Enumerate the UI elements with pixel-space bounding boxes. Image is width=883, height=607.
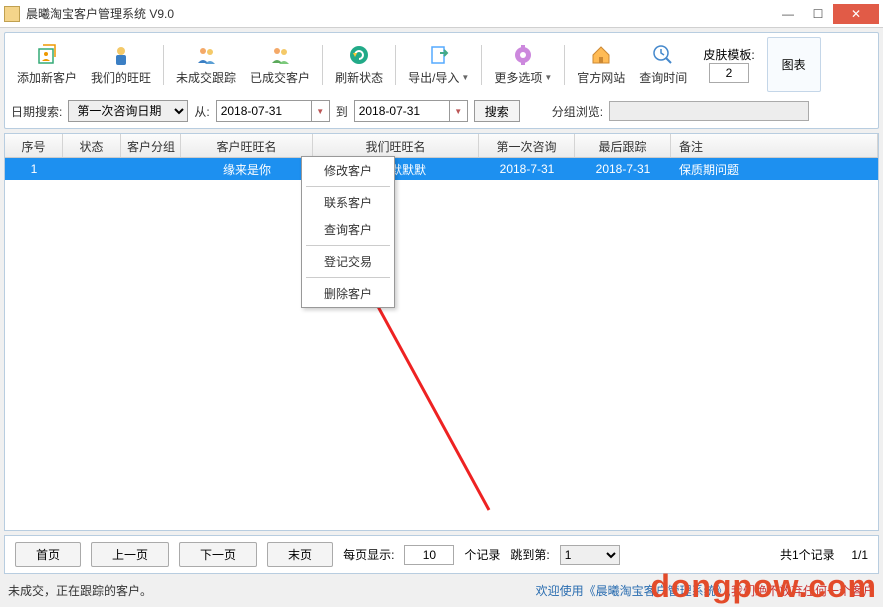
skin-input[interactable] — [709, 63, 749, 83]
cell-last: 2018-7-31 — [575, 160, 671, 178]
more-options-button[interactable]: 更多选项▼ — [488, 41, 558, 88]
clock-search-icon — [651, 43, 675, 67]
col-first[interactable]: 第一次咨询 — [479, 134, 575, 157]
per-page-input[interactable] — [404, 545, 454, 565]
menu-edit-customer[interactable]: 修改客户 — [302, 157, 394, 184]
jump-select[interactable]: 1 — [560, 545, 620, 565]
toolbar: 添加新客户 我们的旺旺 未成交跟踪 已成交客户 刷新状态 导出/导入▼ 更多选项… — [4, 32, 879, 129]
refresh-icon — [347, 43, 371, 67]
data-grid: 序号 状态 客户分组 客户旺旺名 我们旺旺名 第一次咨询 最后跟踪 备注 1 缘… — [4, 133, 879, 531]
context-menu: 修改客户 联系客户 查询客户 登记交易 删除客户 — [301, 156, 395, 308]
maximize-button[interactable]: ☐ — [803, 4, 833, 24]
menu-query-customer[interactable]: 查询客户 — [302, 216, 394, 243]
menu-delete-customer[interactable]: 删除客户 — [302, 280, 394, 307]
cell-status — [63, 167, 121, 171]
add-customer-button[interactable]: 添加新客户 — [11, 41, 83, 88]
first-page-button[interactable]: 首页 — [15, 542, 81, 567]
separator — [163, 45, 164, 85]
chart-button[interactable]: 图表 — [767, 37, 821, 92]
dropdown-icon: ▼ — [461, 73, 469, 82]
cell-wangwang: 缘来是你 — [181, 159, 313, 180]
from-label: 从: — [194, 103, 209, 120]
next-page-button[interactable]: 下一页 — [179, 542, 257, 567]
separator — [564, 45, 565, 85]
col-ourww[interactable]: 我们旺旺名 — [313, 134, 479, 157]
cell-seq: 1 — [5, 160, 63, 178]
group-browse-label: 分组浏览: — [552, 103, 603, 120]
grid-header: 序号 状态 客户分组 客户旺旺名 我们旺旺名 第一次咨询 最后跟踪 备注 — [5, 134, 878, 158]
refresh-label: 刷新状态 — [335, 69, 383, 86]
calendar-icon[interactable]: ▼ — [312, 100, 330, 122]
table-row[interactable]: 1 缘来是你 默默默默默 2018-7-31 2018-7-31 保质期问题 — [5, 158, 878, 180]
app-icon — [4, 6, 20, 22]
refresh-status-button[interactable]: 刷新状态 — [329, 41, 389, 88]
people-check-icon — [268, 43, 292, 67]
search-button[interactable]: 搜索 — [474, 100, 520, 122]
people-icon — [194, 43, 218, 67]
export-import-button[interactable]: 导出/导入▼ — [402, 41, 475, 88]
add-customer-icon — [35, 43, 59, 67]
more-label: 更多选项 — [494, 69, 542, 86]
per-page-label: 每页显示: — [343, 546, 394, 563]
date-search-label: 日期搜索: — [11, 103, 62, 120]
records-label: 个记录 — [464, 546, 500, 563]
query-time-button[interactable]: 查询时间 — [633, 41, 693, 88]
window-title: 晨曦淘宝客户管理系统 V9.0 — [26, 5, 773, 22]
date-type-select[interactable]: 第一次咨询日期 — [68, 100, 188, 122]
col-last[interactable]: 最后跟踪 — [575, 134, 671, 157]
to-date-input[interactable] — [354, 100, 450, 122]
cell-group — [121, 167, 181, 171]
page-indicator: 1/1 — [851, 548, 868, 562]
prev-page-button[interactable]: 上一页 — [91, 542, 169, 567]
our-wangwang-label: 我们的旺旺 — [91, 69, 151, 86]
col-seq[interactable]: 序号 — [5, 134, 63, 157]
group-browse-slider[interactable] — [609, 101, 809, 121]
menu-contact-customer[interactable]: 联系客户 — [302, 189, 394, 216]
export-label: 导出/导入 — [408, 69, 459, 86]
home-icon — [589, 43, 613, 67]
separator — [395, 45, 396, 85]
official-site-button[interactable]: 官方网站 — [571, 41, 631, 88]
close-button[interactable]: ✕ — [833, 4, 879, 24]
add-customer-label: 添加新客户 — [17, 69, 77, 86]
skin-template: 皮肤模板: — [703, 46, 754, 83]
total-records: 共1个记录 — [780, 548, 835, 562]
traded-customer-button[interactable]: 已成交客户 — [244, 41, 316, 88]
menu-register-trade[interactable]: 登记交易 — [302, 248, 394, 275]
skin-label: 皮肤模板: — [703, 46, 754, 63]
from-date-input[interactable] — [216, 100, 312, 122]
query-time-label: 查询时间 — [639, 69, 687, 86]
calendar-icon[interactable]: ▼ — [450, 100, 468, 122]
traded-label: 已成交客户 — [250, 69, 310, 86]
col-remark[interactable]: 备注 — [671, 134, 878, 157]
menu-separator — [306, 245, 390, 246]
dropdown-icon: ▼ — [544, 73, 552, 82]
annotation-arrow-icon — [359, 280, 499, 520]
col-wangwang[interactable]: 客户旺旺名 — [181, 134, 313, 157]
titlebar: 晨曦淘宝客户管理系统 V9.0 — ☐ ✕ — [0, 0, 883, 28]
untraded-followup-button[interactable]: 未成交跟踪 — [170, 41, 242, 88]
last-page-button[interactable]: 末页 — [267, 542, 333, 567]
export-icon — [427, 43, 451, 67]
status-left: 未成交，正在跟踪的客户。 — [8, 582, 152, 599]
to-label: 到 — [336, 103, 348, 120]
gear-icon — [511, 43, 535, 67]
our-wangwang-button[interactable]: 我们的旺旺 — [85, 41, 157, 88]
minimize-button[interactable]: — — [773, 4, 803, 24]
person-icon — [109, 43, 133, 67]
separator — [322, 45, 323, 85]
menu-separator — [306, 277, 390, 278]
col-group[interactable]: 客户分组 — [121, 134, 181, 157]
col-status[interactable]: 状态 — [63, 134, 121, 157]
menu-separator — [306, 186, 390, 187]
jump-label: 跳到第: — [510, 546, 549, 563]
cell-remark: 保质期问题 — [671, 159, 878, 180]
separator — [481, 45, 482, 85]
watermark: dongpow.com — [650, 568, 877, 605]
cell-first: 2018-7-31 — [479, 160, 575, 178]
site-label: 官方网站 — [577, 69, 625, 86]
untraded-label: 未成交跟踪 — [176, 69, 236, 86]
